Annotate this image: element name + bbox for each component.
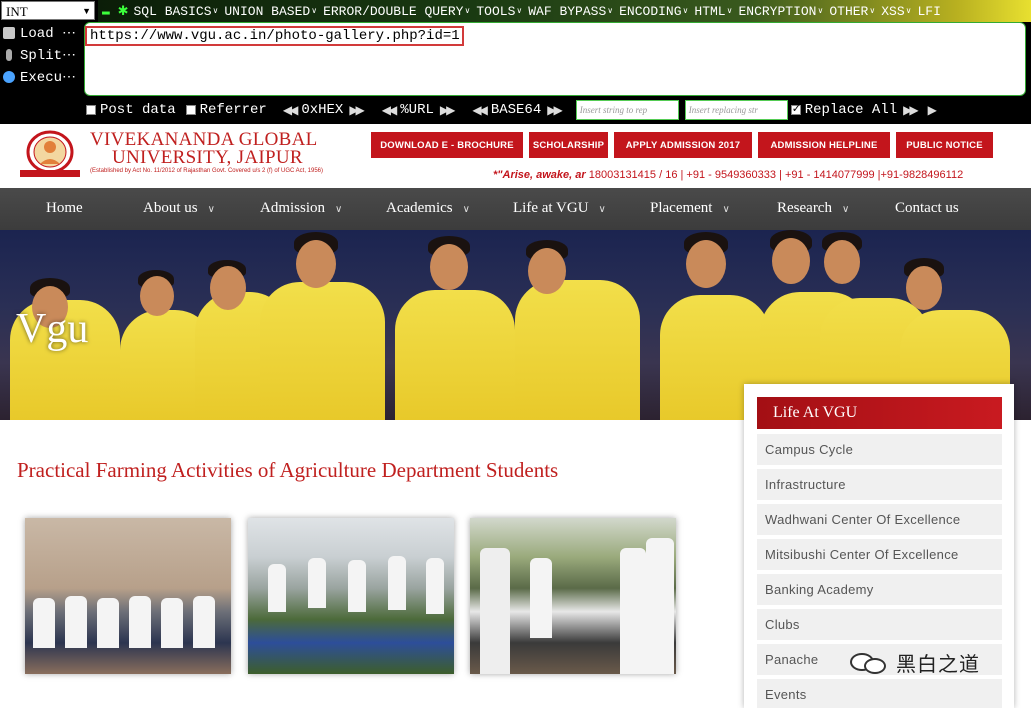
apply-admission-button[interactable]: APPLY ADMISSION 2017	[614, 132, 752, 158]
nav-item-research[interactable]: Research ∨	[777, 200, 849, 217]
replace-all-label: Replace All	[804, 102, 898, 118]
university-name: VIVEKANANDA GLOBAL UNIVERSITY, JAIPUR	[90, 130, 318, 168]
nav-item-academics[interactable]: Academics ∨	[386, 200, 470, 217]
phone-numbers: 18003131415 / 16 | +91 - 9549360333 | +9…	[588, 169, 964, 181]
arrow-left-icon[interactable]: ◀◀	[472, 103, 488, 118]
menu-encryption[interactable]: ENCRYPTION∨	[735, 4, 826, 19]
chevron-down-icon: ∨	[598, 204, 606, 215]
nav-item-admission[interactable]: Admission ∨	[260, 200, 342, 217]
hackbar-options: Post data Referrer ◀◀ 0xHEX ▶▶ ◀◀ %URL ▶…	[86, 98, 940, 122]
injection-type-select[interactable]: INT ▼	[1, 1, 95, 20]
gallery-photo[interactable]	[25, 518, 231, 674]
menu-tools[interactable]: TOOLS∨	[473, 4, 525, 19]
execute-button[interactable]: Execu⋯	[0, 66, 84, 88]
arrow-right-icon[interactable]: ▶▶	[349, 103, 365, 118]
arrow-right-icon[interactable]: ▶▶	[547, 103, 563, 118]
post-data-label: Post data	[100, 102, 176, 118]
arrow-right-icon[interactable]: ▶▶	[440, 103, 456, 118]
main-nav: Home About us ∨ Admission ∨ Academics ∨ Lif…	[0, 188, 1031, 230]
banner-title: Vgu	[16, 306, 89, 352]
motto-text: *"Arise, awake, ar	[493, 169, 586, 181]
chevron-down-icon: ∨	[462, 204, 470, 215]
hackbar-menu: ▬ ✱ SQL BASICS∨ UNION BASED∨ ERROR/DOUBL…	[98, 0, 1031, 22]
post-data-checkbox[interactable]	[86, 105, 96, 115]
menu-xss[interactable]: XSS∨	[878, 4, 914, 19]
sidebar-item-mitsibushi[interactable]: Mitsibushi Center Of Excellence	[757, 539, 1002, 570]
url-textarea[interactable]: https://www.vgu.ac.in/photo-gallery.php?…	[84, 22, 1026, 96]
sidebar-title: Life At VGU	[757, 397, 1002, 429]
split-icon	[6, 49, 12, 61]
sidebar-item-wadhwani[interactable]: Wadhwani Center Of Excellence	[757, 504, 1002, 535]
arrow-left-icon[interactable]: ◀◀	[382, 103, 398, 118]
logo-emblem-icon	[20, 130, 80, 177]
university-name-line2: UNIVERSITY, JAIPUR	[112, 147, 303, 168]
toggle-dot-icon[interactable]: ▬ ✱	[98, 4, 131, 19]
referrer-checkbox[interactable]	[185, 105, 196, 115]
arrow-left-icon[interactable]: ◀◀	[283, 103, 299, 118]
load-icon	[3, 27, 15, 39]
scholarship-button[interactable]: SCHOLARSHIP	[529, 132, 608, 158]
arrow-right-icon[interactable]: ▶▶	[903, 103, 919, 118]
split-url-button[interactable]: Split⋯	[0, 44, 84, 66]
sidebar-item-campus-cycle[interactable]: Campus Cycle	[757, 434, 1002, 465]
nav-item-contact[interactable]: Contact us	[895, 200, 959, 217]
public-notice-button[interactable]: PUBLIC NOTICE	[896, 132, 993, 158]
menu-sql-basics[interactable]: SQL BASICS∨	[131, 4, 222, 19]
arrow-right-icon[interactable]: ▶	[928, 103, 937, 118]
nav-item-home[interactable]: Home	[46, 200, 83, 217]
replacing-string-input[interactable]: Insert replacing str	[684, 100, 788, 120]
load-url-button[interactable]: Load ⋯	[0, 22, 84, 44]
gallery-photo[interactable]	[248, 518, 454, 674]
hex-label: 0xHEX	[301, 102, 344, 118]
menu-union-based[interactable]: UNION BASED∨	[221, 4, 320, 19]
url-value: https://www.vgu.ac.in/photo-gallery.php?…	[85, 26, 464, 46]
insert-string-input[interactable]: Insert string to rep	[575, 100, 679, 120]
menu-error-double-query[interactable]: ERROR/DOUBLE QUERY∨	[320, 4, 473, 19]
url-encode-label: %URL	[400, 102, 434, 118]
establishment-note: (Established by Act No. 11/2012 of Rajas…	[90, 168, 324, 174]
menu-lfi[interactable]: LFI	[914, 4, 943, 19]
base64-label: BASE64	[490, 102, 542, 118]
menu-other[interactable]: OTHER∨	[826, 4, 878, 19]
nav-item-placement[interactable]: Placement ∨	[650, 200, 730, 217]
hackbar-actions: Load ⋯ Split⋯ Execu⋯	[0, 22, 84, 88]
page-title: Practical Farming Activities of Agricult…	[17, 458, 559, 482]
chevron-down-icon: ▼	[82, 6, 91, 16]
contact-strip: *"Arise, awake, ar 18003131415 / 16 | +9…	[493, 169, 963, 181]
referrer-label: Referrer	[199, 102, 267, 118]
menu-waf-bypass[interactable]: WAF BYPASS∨	[525, 4, 616, 19]
nav-item-about[interactable]: About us ∨	[143, 200, 215, 217]
replace-all-checkbox[interactable]	[790, 102, 801, 116]
site-header: VIVEKANANDA GLOBAL UNIVERSITY, JAIPUR (E…	[0, 124, 1031, 188]
admission-helpline-button[interactable]: ADMISSION HELPLINE	[758, 132, 890, 158]
sidebar-item-events[interactable]: Events	[757, 679, 1002, 708]
execute-icon	[3, 71, 15, 83]
chevron-down-icon: ∨	[841, 204, 850, 215]
top-button-bar: DOWNLOAD E - BROCHURE SCHOLARSHIP APPLY …	[371, 132, 999, 158]
watermark-text: 黑白之道	[896, 652, 980, 676]
chevron-down-icon: ∨	[722, 204, 730, 215]
gallery-photo[interactable]	[470, 518, 676, 674]
sidebar-item-clubs[interactable]: Clubs	[757, 609, 1002, 640]
chevron-down-icon: ∨	[207, 204, 215, 215]
hackbar-toolbar: INT ▼ ▬ ✱ SQL BASICS∨ UNION BASED∨ ERROR…	[0, 0, 1031, 124]
nav-item-life[interactable]: Life at VGU ∨	[513, 200, 606, 217]
injection-type-value: INT	[6, 4, 28, 19]
wechat-watermark: 黑白之道	[850, 648, 980, 677]
sidebar-item-banking-academy[interactable]: Banking Academy	[757, 574, 1002, 605]
menu-encoding[interactable]: ENCODING∨	[616, 4, 691, 19]
wechat-icon	[850, 650, 888, 676]
university-logo[interactable]	[16, 130, 84, 178]
sidebar-item-infrastructure[interactable]: Infrastructure	[757, 469, 1002, 500]
menu-html[interactable]: HTML∨	[691, 4, 735, 19]
chevron-down-icon: ∨	[335, 204, 343, 215]
download-brochure-button[interactable]: DOWNLOAD E - BROCHURE	[371, 132, 523, 158]
